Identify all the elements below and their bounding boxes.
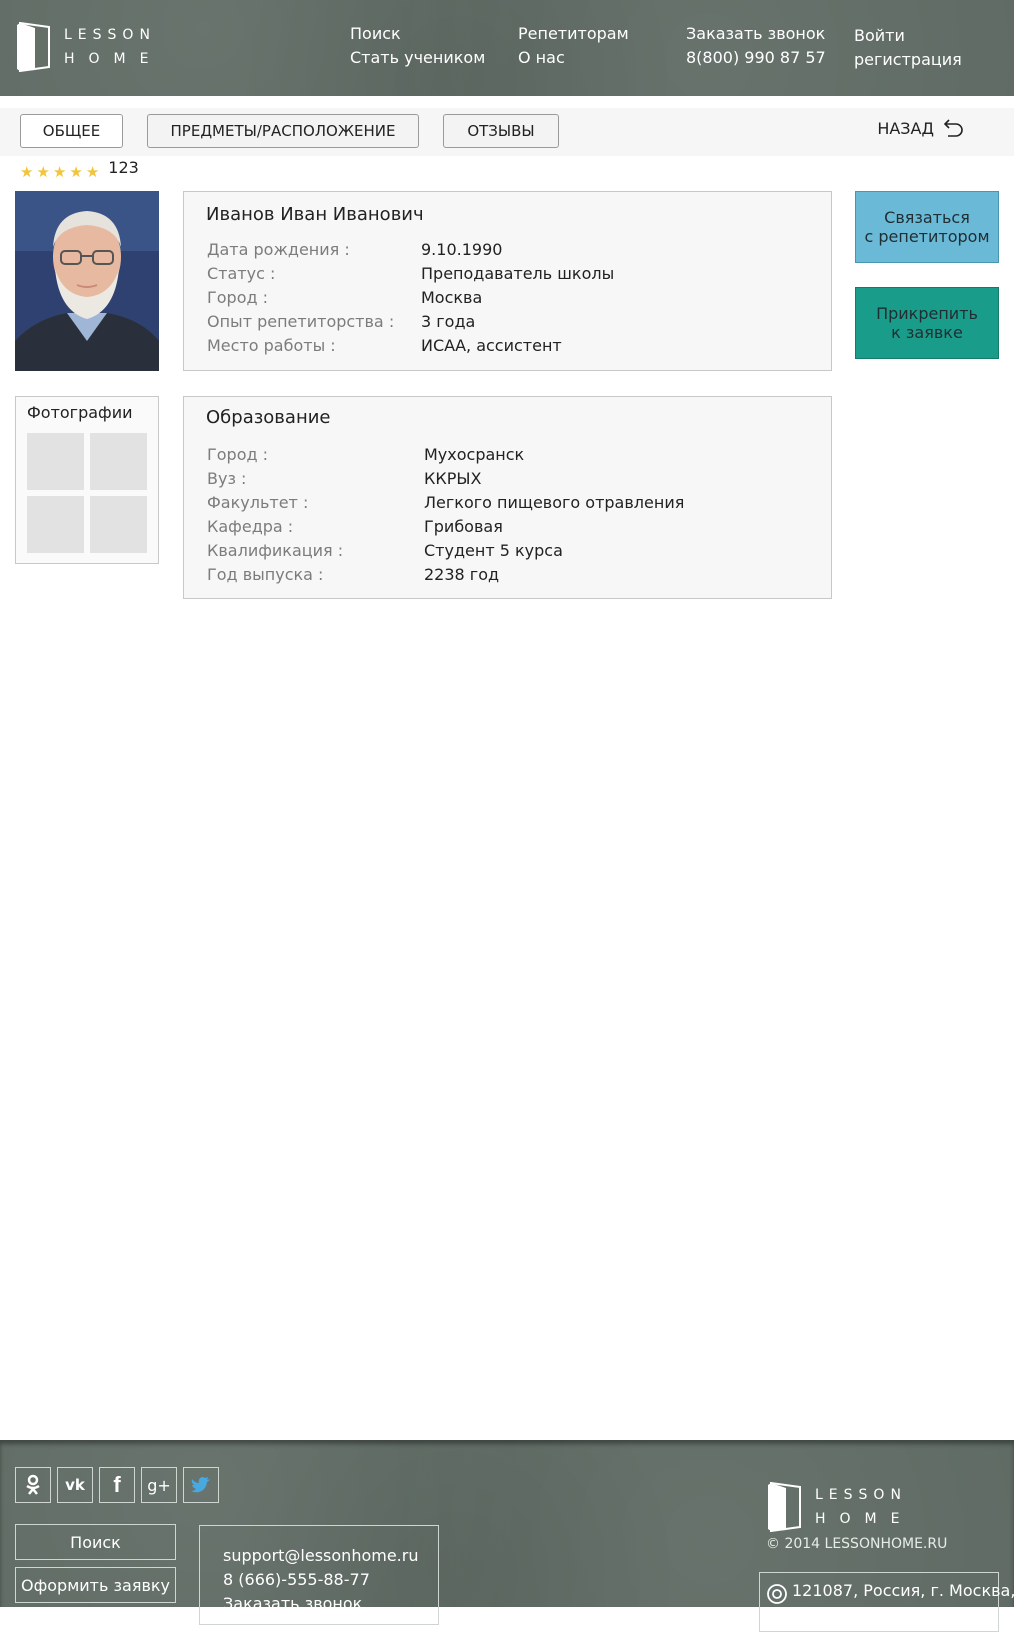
logo-line1: LESSON <box>64 27 156 43</box>
back-button[interactable]: НАЗАД <box>877 116 966 140</box>
google-plus-icon[interactable]: g+ <box>141 1467 177 1503</box>
field-label: Город : <box>207 288 269 307</box>
field-label: Квалификация : <box>207 541 344 560</box>
attach-button-line2: к заявке <box>891 323 963 342</box>
odnoklassniki-icon[interactable] <box>15 1467 51 1503</box>
photos-panel: Фотографии <box>15 396 159 564</box>
nav-order-call-link[interactable]: Заказать звонок <box>686 22 826 46</box>
photo-thumbnail[interactable] <box>27 433 84 490</box>
nav-about-link[interactable]: О нас <box>518 46 629 70</box>
photo-thumbnail[interactable] <box>90 496 147 553</box>
field-label: Год выпуска : <box>207 565 324 584</box>
field-value: 3 года <box>421 312 476 331</box>
order-call-link[interactable]: Заказать звонок <box>223 1594 362 1613</box>
field-label: Дата рождения : <box>207 240 350 259</box>
address-text: 121087, Россия, г. Москва, <box>792 1581 1014 1600</box>
address-box: 121087, Россия, г. Москва, <box>759 1572 1014 1632</box>
field-label: Кафедра : <box>207 517 294 536</box>
field-value: Преподаватель школы <box>421 264 615 283</box>
photo-thumbnail[interactable] <box>90 433 147 490</box>
field-value: Москва <box>421 288 483 307</box>
field-value: Легкого пищевого отравления <box>424 493 685 512</box>
footer-order-button[interactable]: Оформить заявку <box>15 1567 176 1603</box>
tutor-name: Иванов Иван Иванович <box>206 204 424 225</box>
door-logo-icon <box>17 22 50 72</box>
photos-title: Фотографии <box>27 403 133 422</box>
education-title: Образование <box>206 407 331 428</box>
door-logo-icon <box>768 1482 801 1532</box>
attach-button-line1: Прикрепить <box>876 304 978 323</box>
location-pin-icon <box>767 1584 787 1604</box>
attach-to-request-button[interactable]: Прикрепить к заявке <box>855 287 999 359</box>
vk-icon[interactable]: vk <box>57 1467 93 1503</box>
field-value: Грибовая <box>424 517 503 536</box>
star-icon: ★ <box>36 163 50 181</box>
site-footer: vk f g+ Поиск Оформить заявку support@le… <box>0 1440 1014 1632</box>
nav-for-tutors-link[interactable]: Репетиторам <box>518 22 629 46</box>
nav-search-link[interactable]: Поиск <box>350 22 485 46</box>
field-label: Вуз : <box>207 469 247 488</box>
copyright-text: © 2014 LESSONHOME.RU <box>766 1536 948 1552</box>
contact-button-line2: с репетитором <box>864 227 990 246</box>
logo-line1: LESSON <box>815 1487 907 1503</box>
footer-contacts-box: support@lessonhome.ru 8 (666)-555-88-77 … <box>199 1525 439 1625</box>
field-label: Город : <box>207 445 269 464</box>
field-label: Опыт репетиторства : <box>207 312 395 331</box>
facebook-icon[interactable]: f <box>99 1467 135 1503</box>
star-icon: ★ <box>52 163 67 181</box>
education-card: Образование Город : Мухосранск Вуз : ККР… <box>183 396 832 599</box>
nav-login-link[interactable]: Войти <box>854 24 962 48</box>
field-value: ККРЫХ <box>424 469 482 488</box>
photo-thumbnail[interactable] <box>27 496 84 553</box>
field-value: 9.10.1990 <box>421 240 503 259</box>
star-icon: ★ <box>85 163 100 181</box>
field-label: Место работы : <box>207 336 336 355</box>
star-icon: ★ <box>69 163 83 181</box>
tab-general[interactable]: ОБЩЕЕ <box>20 114 123 148</box>
star-icon: ★ <box>20 163 34 181</box>
nav-become-student-link[interactable]: Стать учеником <box>350 46 485 70</box>
tab-subjects-location[interactable]: ПРЕДМЕТЫ/РАСПОЛОЖЕНИЕ <box>147 114 419 148</box>
undo-arrow-icon <box>943 119 963 137</box>
logo-line2: HOME <box>815 1511 914 1527</box>
site-logo[interactable]: LESSON HOME <box>16 22 162 72</box>
nav-group-4: Войти регистрация <box>854 24 962 72</box>
field-value: ИСАА, ассистент <box>421 336 562 355</box>
logo-line2: HOME <box>64 51 163 67</box>
profile-tabs-bar: ОБЩЕЕ ПРЕДМЕТЫ/РАСПОЛОЖЕНИЕ ОТЗЫВЫ НАЗАД <box>0 108 1014 156</box>
back-label: НАЗАД <box>877 118 934 138</box>
field-label: Статус : <box>207 264 276 283</box>
support-email-link[interactable]: support@lessonhome.ru <box>223 1546 418 1565</box>
logo-text: LESSON HOME <box>64 23 162 71</box>
nav-group-1: Поиск Стать учеником <box>350 22 485 70</box>
nav-register-link[interactable]: регистрация <box>854 48 962 72</box>
footer-logo[interactable]: LESSON HOME <box>767 1482 913 1532</box>
profile-info-card: Иванов Иван Иванович Дата рождения : 9.1… <box>183 191 832 371</box>
contact-tutor-button[interactable]: Связаться с репетитором <box>855 191 999 263</box>
nav-group-3: Заказать звонок 8(800) 990 87 57 <box>686 22 826 70</box>
twitter-icon[interactable] <box>183 1467 219 1503</box>
field-value: 2238 год <box>424 565 500 584</box>
tab-reviews[interactable]: ОТЗЫВЫ <box>443 114 559 148</box>
contact-button-line1: Связаться <box>884 208 970 227</box>
site-header: LESSON HOME Поиск Стать учеником Репетит… <box>0 0 1014 96</box>
avatar-portrait-image <box>15 191 159 371</box>
logo-text: LESSON HOME <box>815 1483 913 1531</box>
support-phone[interactable]: 8 (666)-555-88-77 <box>223 1570 370 1589</box>
tutor-avatar-photo <box>15 191 159 371</box>
rating-count: 123 <box>108 157 139 177</box>
footer-search-button[interactable]: Поиск <box>15 1524 176 1560</box>
field-label: Факультет : <box>207 493 309 512</box>
rating: ★ ★ ★ ★ ★ 123 <box>20 158 139 181</box>
nav-group-2: Репетиторам О нас <box>518 22 629 70</box>
field-value: Мухосранск <box>424 445 525 464</box>
nav-phone-link[interactable]: 8(800) 990 87 57 <box>686 46 826 70</box>
field-value: Студент 5 курса <box>424 541 563 560</box>
